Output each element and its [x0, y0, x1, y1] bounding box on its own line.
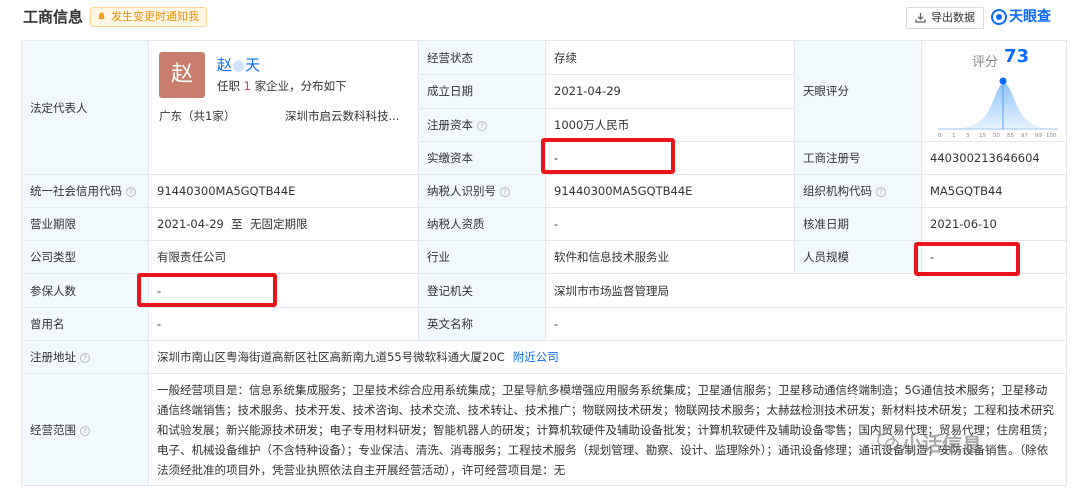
help-icon[interactable]: ?: [80, 353, 90, 363]
bell-icon: [97, 12, 106, 21]
taxid-label-text: 纳税人识别号: [427, 184, 496, 198]
rep-count-number: 1: [243, 79, 251, 93]
help-icon[interactable]: ?: [477, 120, 487, 131]
score-curve: [938, 83, 1058, 129]
help-icon[interactable]: ?: [500, 187, 510, 197]
orgcode-label-text: 组织机构代码: [803, 184, 872, 198]
highlight-paidin: [541, 138, 675, 174]
capital-label: 注册资本?: [418, 107, 546, 143]
status-label: 经营状态: [418, 39, 546, 76]
business-info-table: 法定代表人 赵 赵●天 任职 1 家企业，分布如下 广东（共1家） 深圳市启云数…: [21, 39, 1067, 486]
tick-0: 0: [938, 133, 942, 139]
help-icon[interactable]: ?: [80, 425, 90, 436]
founded-label: 成立日期: [418, 74, 546, 109]
section-title: 工商信息: [23, 8, 84, 26]
highlight-insured: [137, 273, 277, 307]
highlight-staff: [914, 242, 1020, 276]
authority-label: 登记机关: [418, 273, 546, 308]
rep-company-link[interactable]: 深圳市启云数科科技...: [285, 108, 399, 124]
scope-label: 经营范围?: [21, 373, 149, 486]
industry-label: 行业: [418, 240, 546, 274]
capital-value: 1000万人民币: [545, 107, 795, 143]
avatar[interactable]: 赵: [159, 52, 205, 98]
rep-count-suffix: 家企业，分布如下: [254, 79, 347, 93]
capital-label-text: 注册资本: [427, 117, 473, 132]
credit-label-text: 统一社会信用代码: [30, 184, 122, 198]
taxid-value: 91440300MA5GQTB44E: [545, 174, 795, 208]
score-cell: 评分 73 0 1 3 15 50 85 97 99 100: [921, 40, 1067, 142]
regno-value: 440300213646604: [921, 141, 1067, 175]
credit-label: 统一社会信用代码?: [21, 174, 149, 208]
staff-label: 人员规模: [794, 240, 922, 274]
rep-name-mask: ●: [232, 56, 246, 74]
tick-1: 1: [952, 133, 956, 139]
former-label: 曾用名: [21, 307, 149, 341]
english-label: 英文名称: [418, 307, 546, 341]
paidin-label: 实缴资本: [418, 141, 546, 175]
score-label: 天眼评分: [794, 40, 922, 142]
rep-region: 广东（共1家）: [159, 109, 236, 123]
tick-6: 97: [1021, 133, 1028, 139]
address-cell: 深圳市南山区粤海街道高新区社区高新南九道55号微软科通大厦20C 附近公司: [148, 340, 1067, 374]
notify-label: 发生变更时通知我: [111, 10, 199, 23]
tick-3: 15: [979, 133, 986, 139]
brand-logo[interactable]: 天眼查: [991, 6, 1051, 28]
score-text: 评分: [972, 55, 999, 70]
rep-name-head: 赵: [217, 56, 233, 74]
help-icon[interactable]: ?: [126, 187, 136, 197]
founded-value: 2021-04-29: [545, 74, 795, 109]
score-distribution-chart: 0 1 3 15 50 85 97 99 100: [938, 77, 1058, 139]
status-value: 存续: [545, 39, 795, 76]
tick-8: 100: [1046, 133, 1057, 139]
taxq-label: 纳税人资质: [418, 207, 546, 241]
nearby-companies-link[interactable]: 附近公司: [513, 350, 559, 364]
rep-name-tail: 天: [245, 56, 261, 74]
download-icon: [915, 13, 926, 23]
header: 工商信息 发生变更时通知我 导出数据 天眼查: [0, 0, 1080, 36]
orgcode-label: 组织机构代码?: [794, 174, 922, 208]
export-button[interactable]: 导出数据: [906, 7, 984, 29]
eye-logo-icon: [991, 9, 1007, 25]
scope-label-text: 经营范围: [30, 422, 76, 437]
score-value: 73: [1004, 46, 1030, 67]
approve-value: 2021-06-10: [921, 207, 1067, 241]
taxid-label: 纳税人识别号?: [418, 174, 546, 208]
tick-7: 99: [1035, 133, 1042, 139]
rep-name-link[interactable]: 赵●天: [217, 54, 260, 75]
rep-count: 任职 1 家企业，分布如下: [217, 78, 347, 94]
export-label: 导出数据: [931, 11, 975, 24]
watermark: 小话信息: [902, 432, 982, 456]
english-value: -: [545, 307, 1067, 341]
tick-2: 3: [966, 133, 970, 139]
address-label-text: 注册地址: [30, 350, 76, 364]
score-marker: [999, 77, 1007, 85]
term-value: 2021-04-29 至 无固定期限: [148, 207, 419, 241]
regno-label: 工商注册号: [794, 141, 922, 175]
help-icon[interactable]: ?: [876, 187, 886, 197]
credit-value: 91440300MA5GQTB44E: [148, 174, 419, 208]
taxq-value: -: [545, 207, 795, 241]
tick-5: 85: [1007, 133, 1014, 139]
type-label: 公司类型: [21, 240, 149, 274]
rep-cell: 赵 赵●天 任职 1 家企业，分布如下 广东（共1家） 深圳市启云数科科技...: [148, 40, 419, 175]
insured-label: 参保人数: [21, 273, 149, 308]
brand-name: 天眼查: [1009, 9, 1051, 25]
wechat-icon: [877, 432, 899, 450]
term-label: 营业期限: [21, 207, 149, 241]
orgcode-value: MA5GQTB44: [921, 174, 1067, 208]
industry-value: 软件和信息技术服务业: [545, 240, 795, 274]
type-value: 有限责任公司: [148, 240, 419, 274]
former-value: -: [148, 307, 419, 341]
address-value: 深圳市南山区粤海街道高新区社区高新南九道55号微软科通大厦20C: [157, 350, 505, 364]
authority-value: 深圳市市场监督管理局: [545, 273, 1067, 308]
rep-label: 法定代表人: [21, 40, 149, 175]
tick-4: 50: [993, 133, 1000, 139]
rep-count-prefix: 任职: [217, 79, 240, 93]
address-label: 注册地址?: [21, 340, 149, 374]
approve-label: 核准日期: [794, 207, 922, 241]
notify-button[interactable]: 发生变更时通知我: [90, 7, 207, 27]
